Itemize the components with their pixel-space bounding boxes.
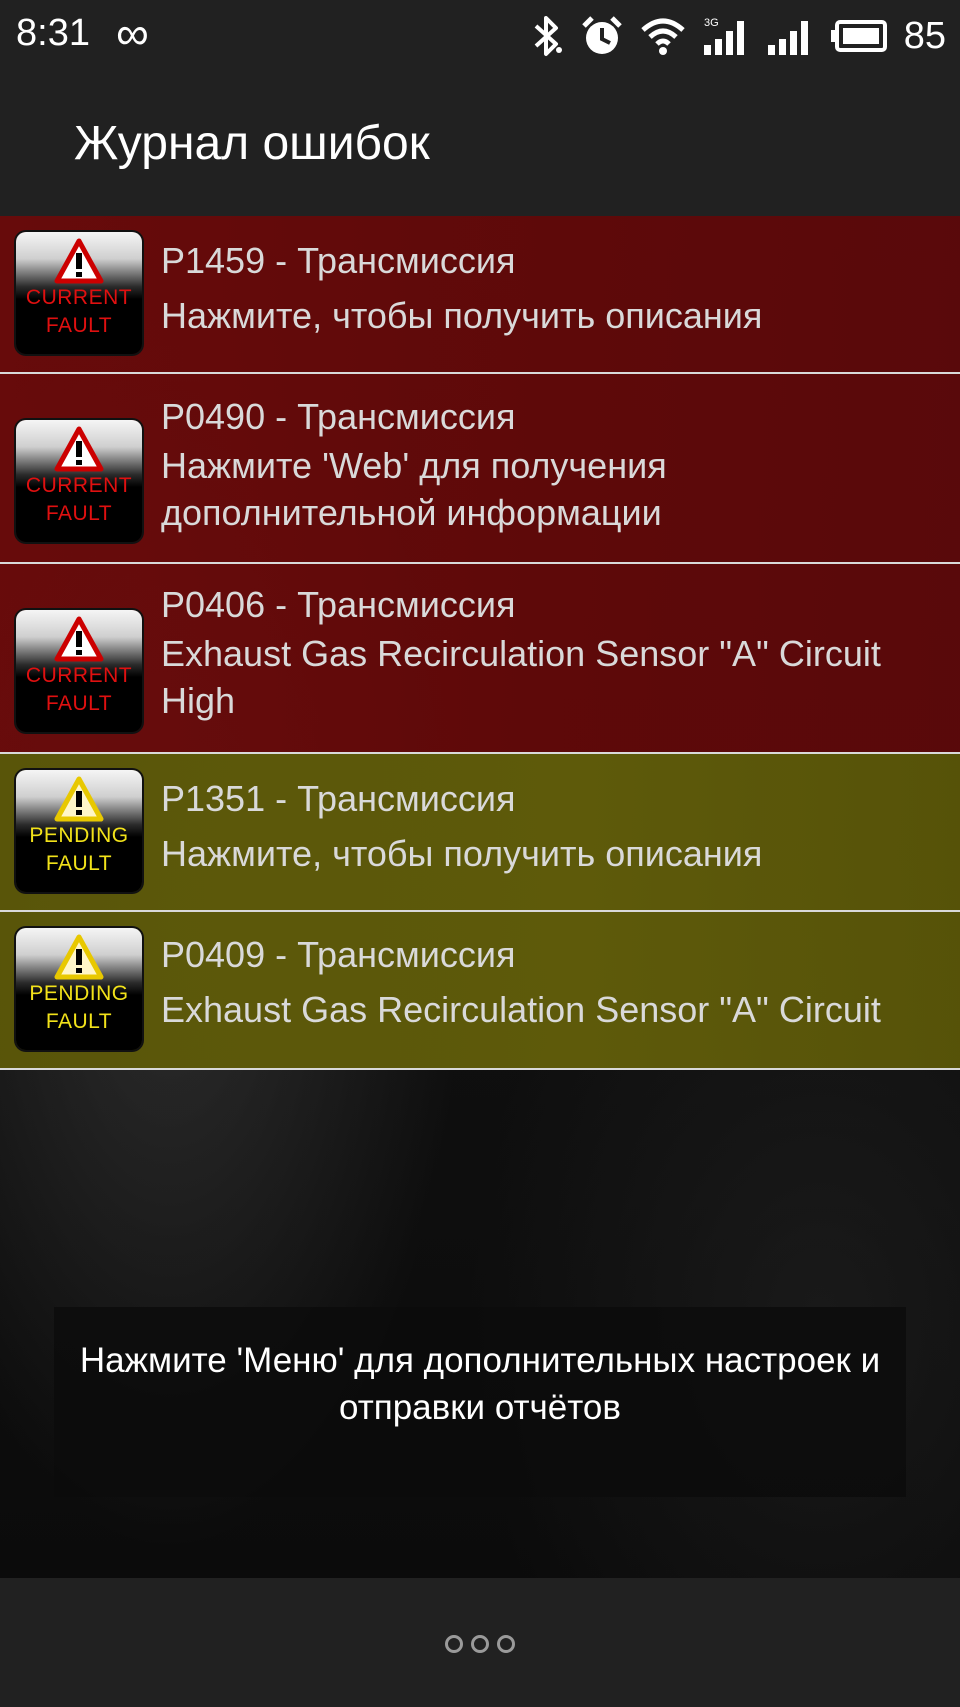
battery-percent: 85 (903, 14, 946, 57)
bluetooth-icon (530, 14, 564, 58)
fault-row[interactable]: CURRENT FAULT P0490 - Трансмиссия Нажмит… (0, 374, 960, 564)
status-bar: 8:31 ∞ 3G 85 (0, 0, 960, 72)
status-time: 8:31 (16, 12, 90, 54)
pending-fault-icon: PENDING FAULT (16, 928, 142, 1050)
warning-triangle-icon (54, 426, 104, 472)
fault-badge-line1: CURRENT (25, 286, 133, 309)
current-fault-icon: CURRENT FAULT (16, 610, 142, 732)
pending-fault-icon: PENDING FAULT (16, 770, 142, 892)
current-fault-icon: CURRENT FAULT (16, 232, 142, 354)
fault-badge-line2: FAULT (45, 692, 113, 715)
wifi-icon (640, 16, 686, 56)
overflow-dot-icon (497, 1635, 515, 1653)
signal-icon (766, 15, 814, 57)
overflow-dot-icon (445, 1635, 463, 1653)
fault-code: P0490 - Трансмиссия (161, 396, 516, 437)
status-icons: 3G 85 (530, 10, 946, 62)
warning-triangle-icon (54, 934, 104, 980)
warning-triangle-icon (54, 616, 104, 662)
fault-badge-line1: PENDING (29, 824, 129, 847)
warning-triangle-icon (54, 238, 104, 284)
fault-row[interactable]: PENDING FAULT P0409 - Трансмиссия Exhaus… (0, 912, 960, 1070)
infinity-icon: ∞ (116, 7, 149, 59)
fault-code: P0409 - Трансмиссия (161, 934, 516, 975)
fault-badge-line2: FAULT (45, 502, 113, 525)
current-fault-icon: CURRENT FAULT (16, 420, 142, 542)
alarm-icon (580, 14, 624, 58)
fault-description: Exhaust Gas Recirculation Sensor "A" Cir… (161, 989, 881, 1030)
fault-badge-line1: CURRENT (25, 664, 133, 687)
fault-badge-line1: PENDING (29, 982, 129, 1005)
toast-message: Нажмите 'Меню' для дополнительных настро… (54, 1307, 906, 1497)
fault-row[interactable]: CURRENT FAULT P0406 - Трансмиссия Exhaus… (0, 564, 960, 754)
fault-code: P1459 - Трансмиссия (161, 240, 516, 281)
fault-code: P1351 - Трансмиссия (161, 778, 516, 819)
fault-description: Нажмите, чтобы получить описания (161, 295, 763, 336)
fault-row[interactable]: PENDING FAULT P1351 - Трансмиссия Нажмит… (0, 754, 960, 912)
3g-signal-icon: 3G (702, 15, 750, 57)
fault-description: Нажмите 'Web' для получения дополнительн… (161, 445, 667, 533)
fault-badge-line2: FAULT (45, 314, 113, 337)
fault-description: Нажмите, чтобы получить описания (161, 833, 763, 874)
toast-text: Нажмите 'Меню' для дополнительных настро… (79, 1341, 881, 1427)
page-title: Журнал ошибок (74, 117, 430, 170)
svg-text:3G: 3G (704, 17, 719, 29)
fault-row[interactable]: CURRENT FAULT P1459 - Трансмиссия Нажмит… (0, 216, 960, 374)
app-bar: Журнал ошибок (0, 72, 960, 216)
bottom-bar (0, 1578, 960, 1707)
overflow-menu-button[interactable] (430, 1624, 530, 1664)
battery-icon (830, 20, 888, 52)
fault-badge-line1: CURRENT (25, 474, 133, 497)
overflow-dot-icon (471, 1635, 489, 1653)
warning-triangle-icon (54, 776, 104, 822)
fault-code: P0406 - Трансмиссия (161, 584, 516, 625)
fault-badge-line2: FAULT (45, 852, 113, 875)
fault-description: Exhaust Gas Recirculation Sensor "A" Cir… (161, 633, 881, 721)
fault-badge-line2: FAULT (45, 1010, 113, 1033)
